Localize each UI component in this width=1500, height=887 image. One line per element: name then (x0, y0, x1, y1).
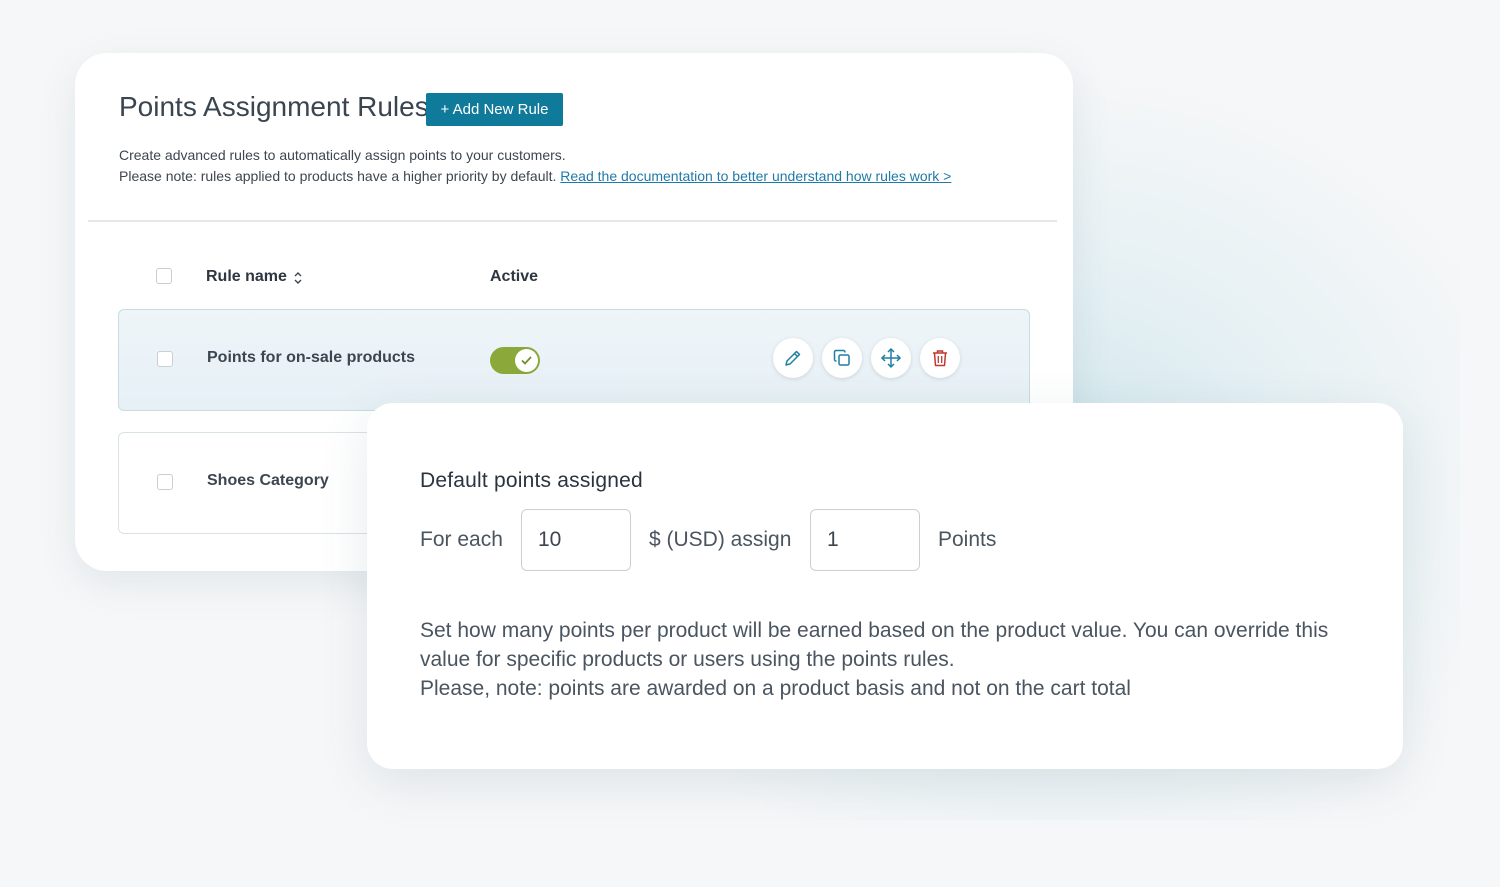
help-line-3: Please, note: points are awarded on a pr… (420, 677, 1131, 700)
currency-label: $ (USD) assign (649, 528, 792, 551)
rule-name: Shoes Category (207, 472, 329, 489)
rules-description: Create advanced rules to automatically a… (119, 145, 951, 187)
default-points-card: Default points assigned For each $ (USD)… (367, 403, 1403, 769)
points-label: Points (938, 528, 997, 551)
edit-button[interactable] (773, 338, 813, 378)
description-line-2: Please note: rules applied to products h… (119, 166, 951, 187)
delete-button[interactable] (920, 338, 960, 378)
documentation-link[interactable]: Read the documentation to better underst… (560, 168, 951, 184)
help-line-2: value for specific products or users usi… (420, 648, 955, 671)
copy-icon (833, 349, 850, 366)
divider (88, 220, 1057, 222)
check-icon (521, 356, 532, 365)
help-text: Set how many points per product will be … (420, 616, 1380, 703)
points-input[interactable] (810, 509, 920, 571)
amount-input[interactable] (521, 509, 631, 571)
select-all-checkbox[interactable] (156, 268, 172, 284)
move-arrows-icon (880, 347, 902, 369)
help-line-1: Set how many points per product will be … (420, 619, 1329, 642)
section-title: Default points assigned (420, 469, 643, 492)
column-header-active: Active (490, 268, 539, 285)
rule-name: Points for on-sale products (207, 349, 416, 366)
trash-icon (933, 350, 947, 367)
column-header-rule-name[interactable]: Rule name (206, 268, 287, 286)
description-line-1: Create advanced rules to automatically a… (119, 147, 566, 163)
page-title: Points Assignment Rules (119, 91, 429, 122)
active-toggle[interactable] (490, 347, 540, 374)
row-checkbox[interactable] (157, 351, 173, 367)
sort-icon[interactable] (293, 270, 303, 286)
add-new-rule-button[interactable]: + Add New Rule (426, 93, 563, 126)
pencil-icon (785, 350, 801, 366)
table-row[interactable]: Points for on-sale products (118, 309, 1030, 411)
toggle-knob (515, 349, 538, 372)
for-each-label: For each (420, 528, 503, 551)
move-button[interactable] (871, 338, 911, 378)
duplicate-button[interactable] (822, 338, 862, 378)
row-checkbox[interactable] (157, 474, 173, 490)
description-note: Please note: rules applied to products h… (119, 168, 557, 184)
